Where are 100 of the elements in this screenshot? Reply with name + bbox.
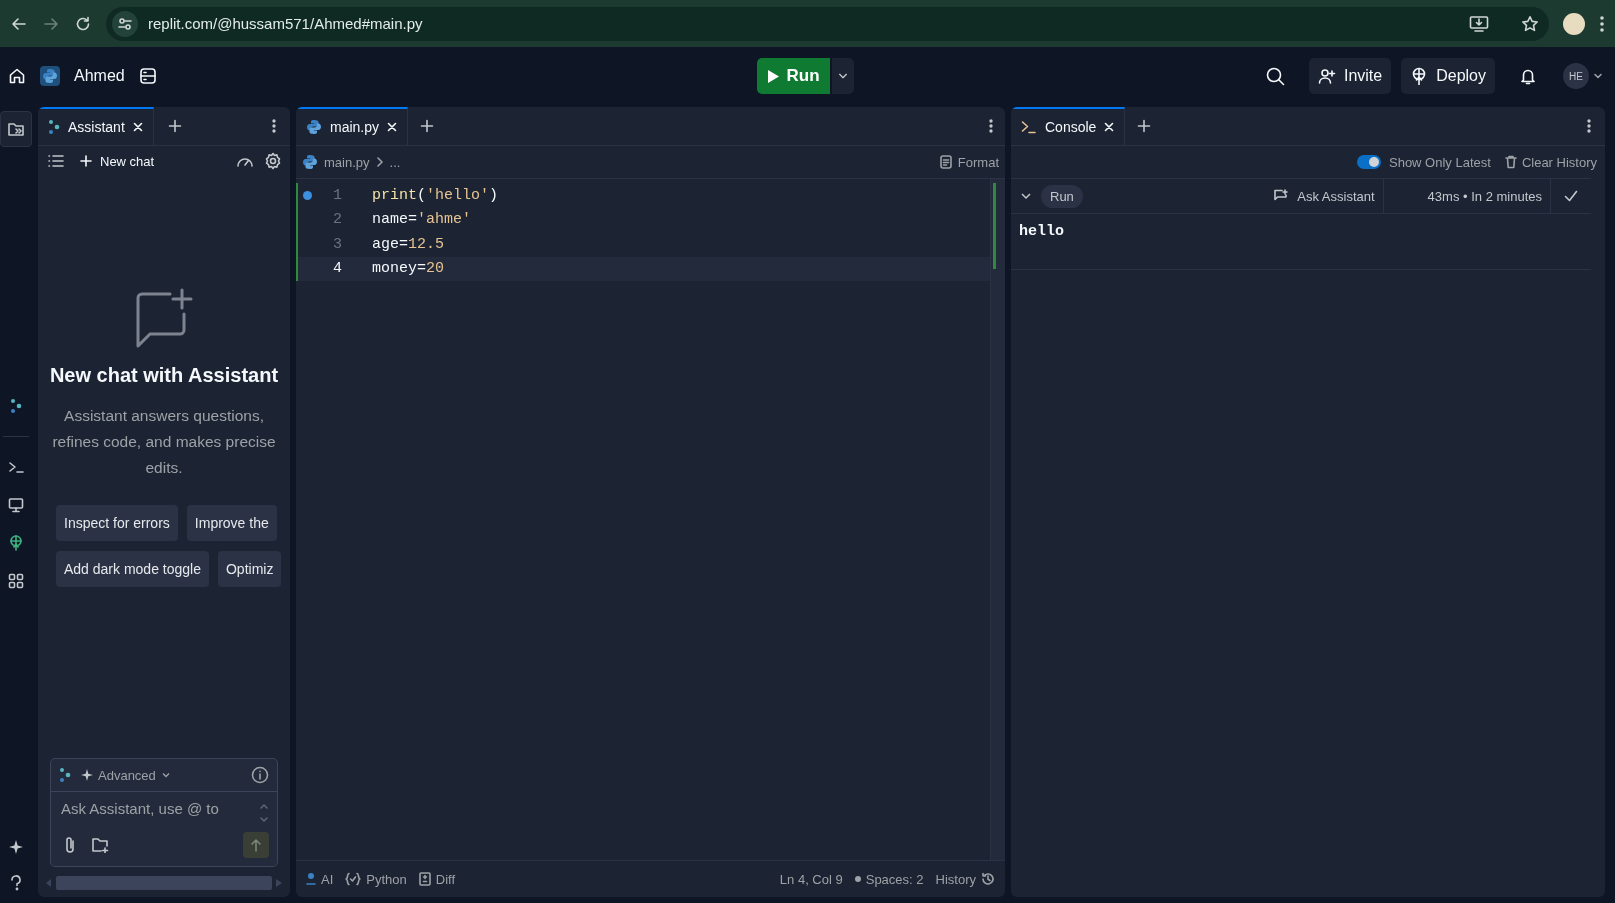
code-braces-icon <box>345 872 362 886</box>
plus-icon[interactable] <box>1137 119 1152 133</box>
toggle-switch[interactable] <box>1357 155 1381 169</box>
sparkle-icon <box>81 769 93 781</box>
console-tab[interactable]: Console <box>1011 107 1126 145</box>
run-entry[interactable]: Run Ask Assistant 43ms • In 2 minutes <box>1011 178 1591 214</box>
format-button[interactable]: Format <box>939 154 999 170</box>
more-icon[interactable] <box>1587 118 1591 134</box>
line-number: 4 <box>332 260 342 278</box>
database-icon[interactable] <box>138 67 157 85</box>
folder-plus-icon[interactable] <box>91 837 109 853</box>
assistant-tab[interactable]: Assistant <box>38 107 154 145</box>
clear-history-button[interactable]: Clear History <box>1504 154 1597 170</box>
plus-icon[interactable] <box>420 119 435 133</box>
close-icon[interactable] <box>1104 122 1115 132</box>
ai-icon <box>306 871 316 887</box>
info-icon[interactable] <box>251 766 269 784</box>
address-bar[interactable]: replit.com/@hussam571/Ahmed#main.py <box>106 6 1549 41</box>
reload-icon[interactable] <box>74 14 92 33</box>
apps-grid-icon[interactable] <box>8 572 24 589</box>
chat-icon <box>1273 189 1290 203</box>
chevron-down-icon <box>1593 71 1603 81</box>
python-icon <box>306 119 322 135</box>
line-number: 3 <box>332 235 342 253</box>
deploy-button[interactable]: Deploy <box>1401 58 1495 94</box>
folder-icon <box>7 120 25 138</box>
suggestion-chip[interactable]: Optimiz <box>218 551 282 587</box>
close-icon[interactable] <box>132 122 143 132</box>
more-icon[interactable] <box>989 118 993 134</box>
deploy-icon[interactable] <box>8 534 24 551</box>
project-name[interactable]: Ahmed <box>74 67 125 85</box>
check-icon <box>1564 190 1578 202</box>
more-icon[interactable] <box>1599 14 1605 33</box>
file-tab[interactable]: main.py <box>296 107 409 145</box>
run-label: Run <box>1041 184 1083 208</box>
empty-state-description: Assistant answers questions, refines code, and makes precise edits. <box>51 406 277 478</box>
assistant-icon <box>48 119 60 135</box>
editor-scrollbar[interactable] <box>990 179 1005 860</box>
console-output: hello <box>1019 223 1064 240</box>
chat-list-icon[interactable] <box>48 154 64 168</box>
url-text: replit.com/@hussam571/Ahmed#main.py <box>148 15 424 32</box>
site-settings-icon[interactable] <box>112 10 138 37</box>
play-icon <box>767 68 781 84</box>
status-item[interactable]: History <box>935 871 995 887</box>
more-icon[interactable] <box>272 118 276 134</box>
install-app-icon[interactable] <box>1469 14 1489 33</box>
user-avatar[interactable]: HE <box>1563 63 1589 89</box>
profile-avatar[interactable] <box>1563 12 1585 35</box>
breadcrumb-item[interactable]: main.py <box>324 154 370 170</box>
code-line: name='ahme' <box>372 211 472 229</box>
suggestion-chip[interactable]: Add dark mode toggle <box>56 551 209 587</box>
bell-icon[interactable] <box>1519 67 1537 85</box>
chevron-right-icon <box>375 157 384 167</box>
run-timing: 43ms • In 2 minutes <box>1382 179 1550 213</box>
empty-state-title: New chat with Assistant <box>49 364 279 387</box>
close-icon[interactable] <box>387 122 398 132</box>
status-item[interactable]: Spaces: 2 <box>854 871 924 887</box>
arrow-up-icon <box>250 838 262 852</box>
chevron-down-icon <box>160 770 171 780</box>
format-icon <box>939 155 952 169</box>
plus-icon <box>80 155 92 167</box>
toggle-label: Show Only Latest <box>1389 154 1491 170</box>
mode-dropdown[interactable]: Advanced <box>81 767 171 783</box>
ask-assistant-button[interactable]: Ask Assistant <box>1265 188 1383 204</box>
scrollbar-thumb[interactable] <box>56 876 272 890</box>
suggestion-chip[interactable]: Improve the <box>186 505 277 541</box>
code-line: money=20 <box>372 260 445 278</box>
code-line: print('hello') <box>372 186 499 204</box>
help-icon[interactable] <box>10 875 22 891</box>
line-number: 1 <box>332 186 342 204</box>
trash-icon <box>1504 155 1517 169</box>
status-item[interactable]: AI <box>306 871 334 887</box>
run-button[interactable]: Run <box>757 58 830 94</box>
add-person-icon <box>1317 67 1336 85</box>
line-number: 2 <box>332 211 342 229</box>
assistant-icon <box>59 767 71 783</box>
search-icon[interactable] <box>1264 66 1285 86</box>
status-item[interactable]: Ln 4, Col 9 <box>779 871 843 887</box>
files-button[interactable] <box>0 111 32 147</box>
new-chat-button[interactable]: New chat <box>80 153 155 169</box>
monitor-icon[interactable] <box>8 496 24 513</box>
settings-icon[interactable] <box>264 152 282 170</box>
code-line: age=12.5 <box>372 235 445 253</box>
sparkle-icon[interactable] <box>8 839 24 855</box>
breadcrumb-item[interactable]: ... <box>389 154 401 170</box>
new-chat-icon <box>134 288 194 350</box>
invite-button[interactable]: Invite <box>1308 58 1392 94</box>
history-icon <box>981 872 995 886</box>
plus-icon[interactable] <box>167 119 182 133</box>
chat-input[interactable]: Ask Assistant, use @ to <box>61 800 255 817</box>
status-item[interactable]: Diff <box>418 871 456 887</box>
bullet-icon <box>854 876 861 882</box>
home-icon[interactable] <box>8 67 26 85</box>
attach-icon[interactable] <box>63 836 77 854</box>
suggestion-chip[interactable]: Inspect for errors <box>56 505 178 541</box>
send-button[interactable] <box>243 832 269 858</box>
star-icon[interactable] <box>1521 14 1539 33</box>
python-icon <box>302 154 318 170</box>
status-item[interactable]: Python <box>345 871 407 887</box>
assistant-icon[interactable] <box>9 397 23 414</box>
